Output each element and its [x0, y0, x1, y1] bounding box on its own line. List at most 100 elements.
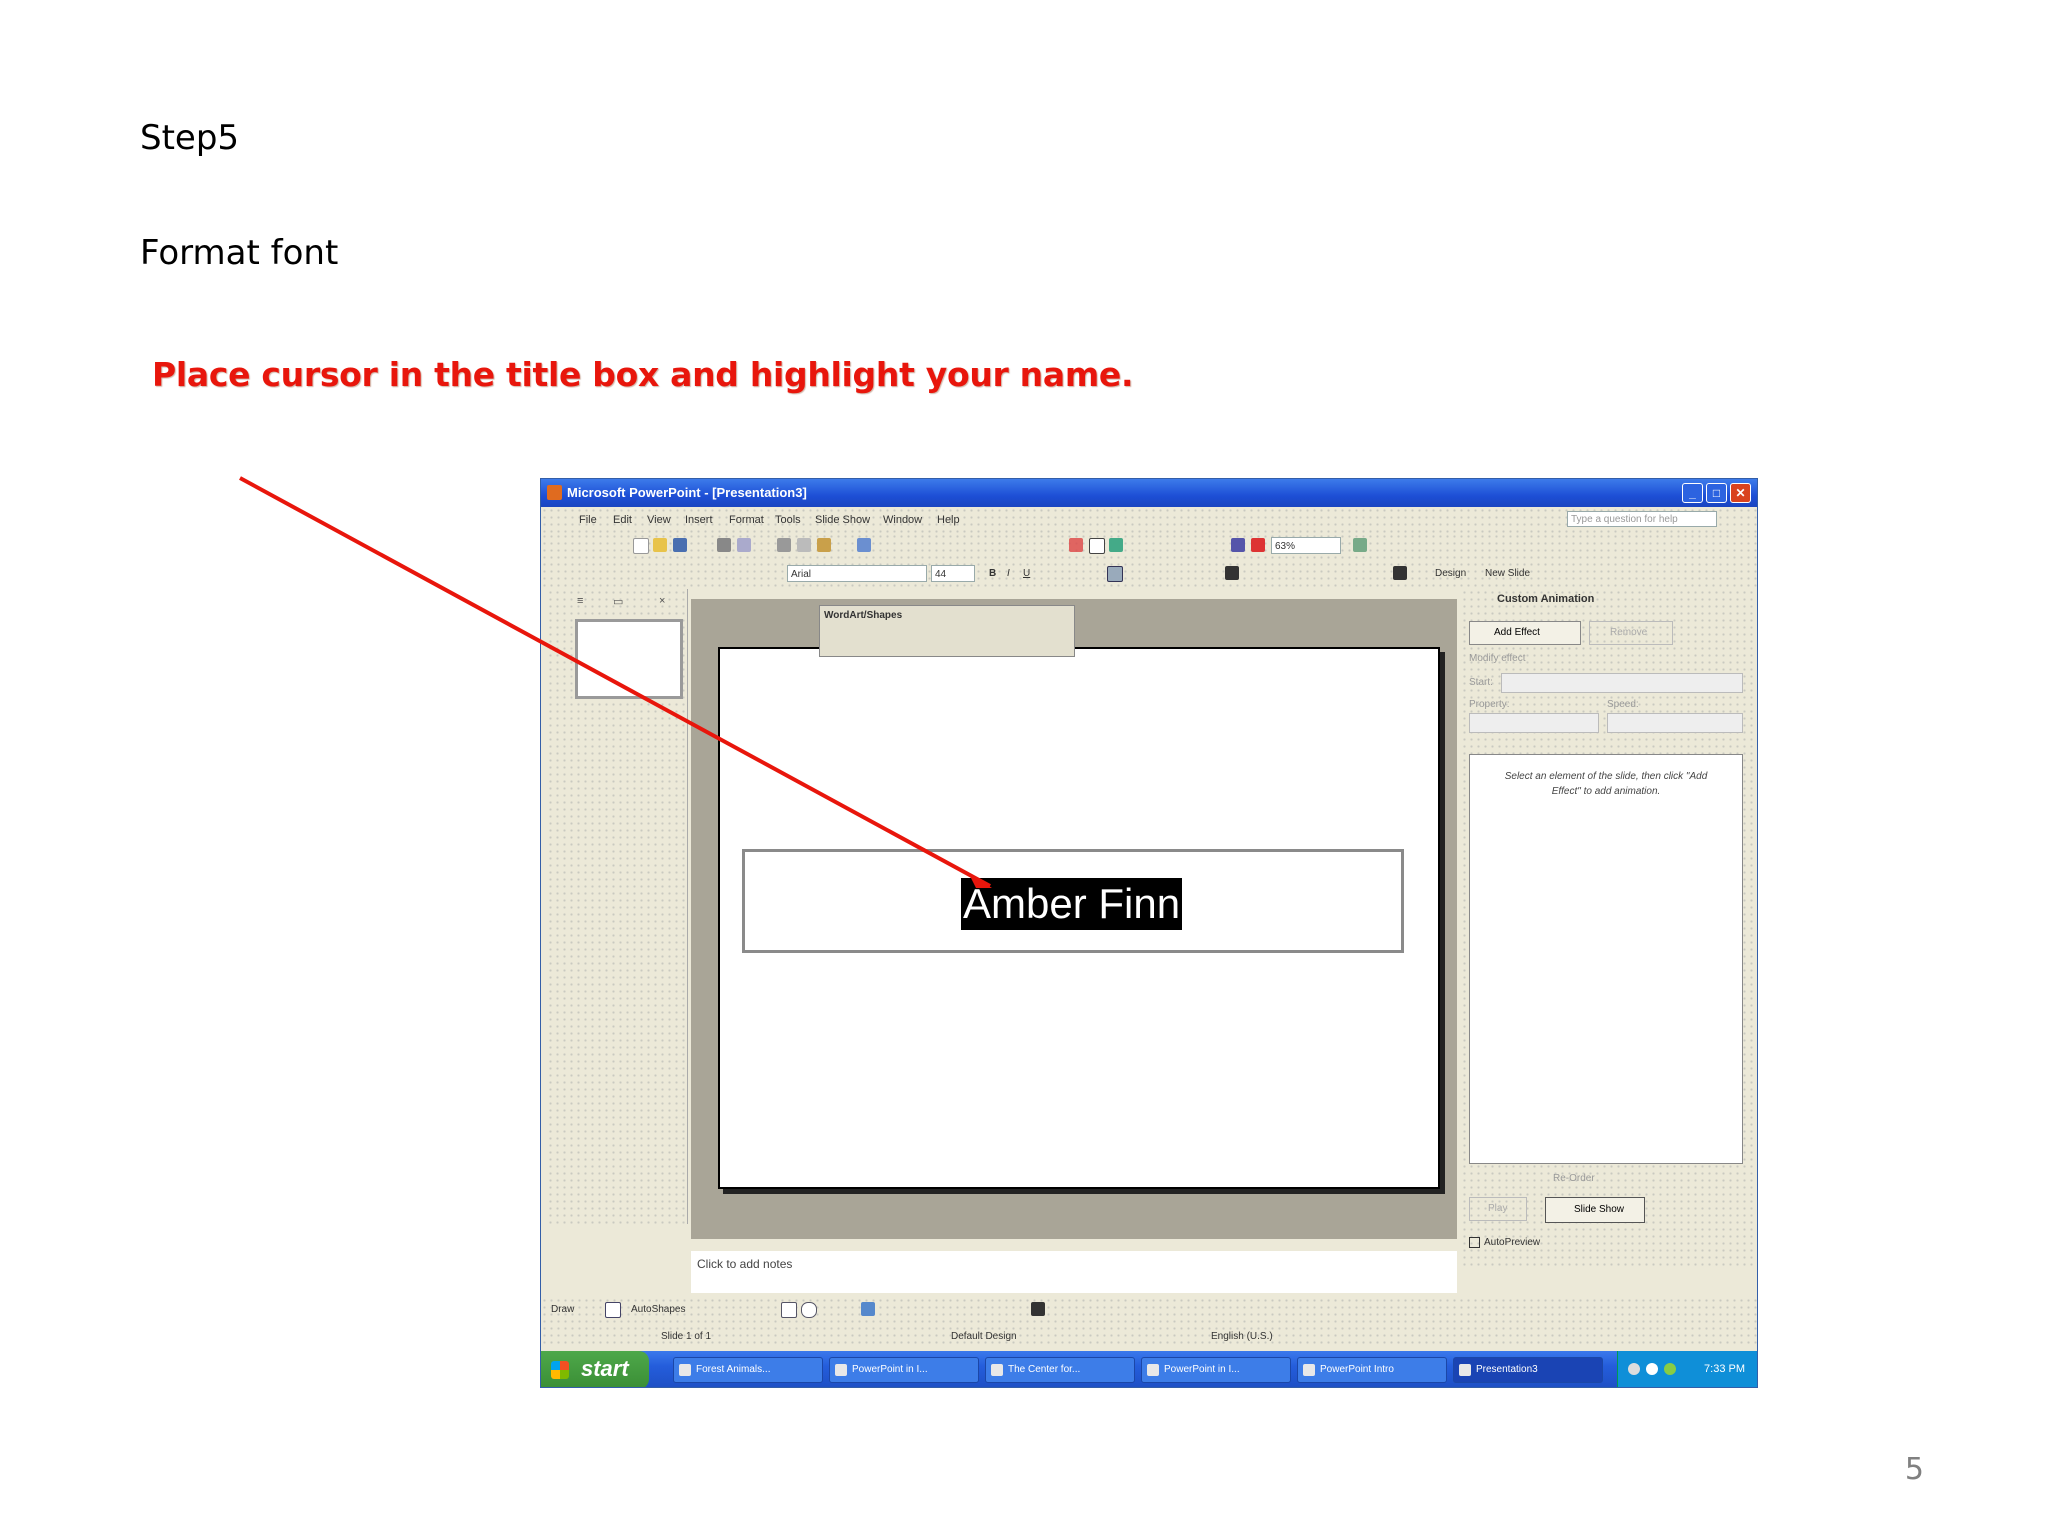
save-icon[interactable] [673, 538, 687, 552]
modify-effect-label: Modify effect [1469, 653, 1526, 664]
italic-button[interactable]: I [1007, 568, 1010, 579]
oval-icon[interactable] [801, 1302, 817, 1318]
maximize-button[interactable]: □ [1706, 483, 1727, 503]
font-select[interactable]: Arial [787, 565, 927, 582]
taskbar-item-label: PowerPoint in I... [1164, 1364, 1240, 1375]
document-icon [835, 1364, 847, 1376]
title-placeholder[interactable]: Amber Finn [742, 849, 1404, 953]
underline-button[interactable]: U [1023, 568, 1030, 579]
slide-canvas[interactable]: Amber Finn [718, 647, 1440, 1189]
start-label: start [581, 1356, 629, 1381]
security-icon[interactable] [1664, 1363, 1676, 1375]
print-preview-icon[interactable] [737, 538, 751, 552]
menu-bar: File Edit View Insert Format Tools Slide… [541, 507, 1757, 533]
notes-placeholder: Click to add notes [697, 1257, 793, 1271]
network-icon[interactable] [1628, 1363, 1640, 1375]
design-button[interactable]: Design [1435, 568, 1466, 579]
document-icon [1147, 1364, 1159, 1376]
taskbar-item-label: Presentation3 [1476, 1364, 1538, 1375]
add-effect-button[interactable]: Add Effect [1469, 621, 1581, 645]
zoom-select[interactable]: 63% [1271, 537, 1341, 554]
cut-icon[interactable] [777, 538, 791, 552]
property-select[interactable] [1469, 713, 1599, 733]
increase-font-icon[interactable] [1225, 566, 1239, 580]
slides-tab[interactable]: ▭ [613, 595, 623, 608]
page-number: 5 [1904, 1452, 1924, 1487]
instruction-text: Place cursor in the title box and highli… [152, 355, 1134, 394]
autoshapes-menu[interactable]: AutoShapes [631, 1304, 686, 1315]
speed-select[interactable] [1607, 713, 1743, 733]
remove-button[interactable]: Remove [1589, 621, 1673, 645]
windows-logo-icon [551, 1361, 569, 1379]
insert-picture-icon[interactable] [1109, 538, 1123, 552]
grid-icon[interactable] [1231, 538, 1245, 552]
font-color-icon[interactable] [1393, 566, 1407, 580]
table-icon[interactable] [1089, 538, 1105, 554]
animation-list[interactable]: Select an element of the slide, then cli… [1469, 754, 1743, 1164]
menu-format[interactable]: Format [729, 514, 764, 526]
select-pointer-icon[interactable] [605, 1302, 621, 1318]
new-icon[interactable] [633, 538, 649, 554]
notes-pane[interactable]: Click to add notes [691, 1251, 1457, 1293]
taskbar-item[interactable]: PowerPoint in I... [829, 1357, 979, 1383]
slide-show-button[interactable]: Slide Show [1545, 1197, 1645, 1223]
help-icon[interactable] [1353, 538, 1367, 552]
powerpoint-icon [1459, 1364, 1471, 1376]
start-select[interactable] [1501, 673, 1743, 693]
custom-animation-pane: Custom Animation Add Effect Remove Modif… [1461, 589, 1753, 1269]
wordart-toolbar: WordArt/Shapes [819, 605, 1075, 657]
copy-icon[interactable] [797, 538, 811, 552]
clock: 7:33 PM [1704, 1363, 1745, 1375]
taskbar-item[interactable]: PowerPoint Intro [1297, 1357, 1447, 1383]
menu-view[interactable]: View [647, 514, 671, 526]
undo-icon[interactable] [857, 538, 871, 552]
chart-icon[interactable] [1069, 538, 1083, 552]
menu-file[interactable]: File [579, 514, 597, 526]
autopreview-checkbox[interactable]: AutoPreview [1469, 1237, 1540, 1248]
slide-thumbnail[interactable] [575, 619, 683, 699]
menu-tools[interactable]: Tools [775, 514, 801, 526]
volume-icon[interactable] [1646, 1363, 1658, 1375]
system-tray: 7:33 PM [1617, 1351, 1757, 1387]
open-icon[interactable] [653, 538, 667, 552]
color-icon[interactable] [1251, 538, 1265, 552]
print-icon[interactable] [717, 538, 731, 552]
slides-pane: ≡ ▭ × [547, 589, 688, 1224]
taskbar-item[interactable]: PowerPoint in I... [1141, 1357, 1291, 1383]
status-language: English (U.S.) [1211, 1331, 1273, 1342]
close-button[interactable]: ✕ [1730, 483, 1751, 503]
pane-close-icon[interactable]: × [659, 595, 665, 607]
taskbar-item[interactable]: Forest Animals... [673, 1357, 823, 1383]
font-size-select[interactable]: 44 [931, 565, 975, 582]
taskbar-item[interactable]: The Center for... [985, 1357, 1135, 1383]
standard-toolbar: 63% [541, 533, 1757, 559]
powerpoint-icon [547, 485, 562, 500]
outline-tab[interactable]: ≡ [577, 595, 583, 607]
start-button[interactable]: start [541, 1351, 649, 1387]
taskbar-item-active[interactable]: Presentation3 [1453, 1357, 1603, 1383]
bold-button[interactable]: B [989, 568, 996, 579]
menu-edit[interactable]: Edit [613, 514, 632, 526]
wordart-icon[interactable] [861, 1302, 875, 1316]
ask-question-box[interactable]: Type a question for help [1567, 511, 1717, 527]
checkbox-icon[interactable] [1469, 1237, 1480, 1248]
menu-insert[interactable]: Insert [685, 514, 713, 526]
powerpoint-screenshot: Microsoft PowerPoint - [Presentation3] _… [540, 478, 1758, 1388]
new-slide-button[interactable]: New Slide [1485, 568, 1530, 579]
center-align-icon[interactable] [1107, 566, 1123, 582]
status-slide: Slide 1 of 1 [661, 1331, 712, 1342]
play-button[interactable]: Play [1469, 1197, 1527, 1221]
rectangle-icon[interactable] [781, 1302, 797, 1318]
status-design: Default Design [951, 1331, 1017, 1342]
font-color-draw-icon[interactable] [1031, 1302, 1045, 1316]
paste-icon[interactable] [817, 538, 831, 552]
draw-menu[interactable]: Draw [551, 1304, 574, 1315]
minimize-button[interactable]: _ [1682, 483, 1703, 503]
selected-name-text[interactable]: Amber Finn [961, 878, 1183, 930]
menu-slide-show[interactable]: Slide Show [815, 514, 870, 526]
speed-label: Speed: [1607, 699, 1639, 710]
menu-window[interactable]: Window [883, 514, 922, 526]
start-label: Start: [1469, 677, 1493, 688]
menu-help[interactable]: Help [937, 514, 960, 526]
reorder-control[interactable]: Re-Order [1553, 1173, 1595, 1184]
